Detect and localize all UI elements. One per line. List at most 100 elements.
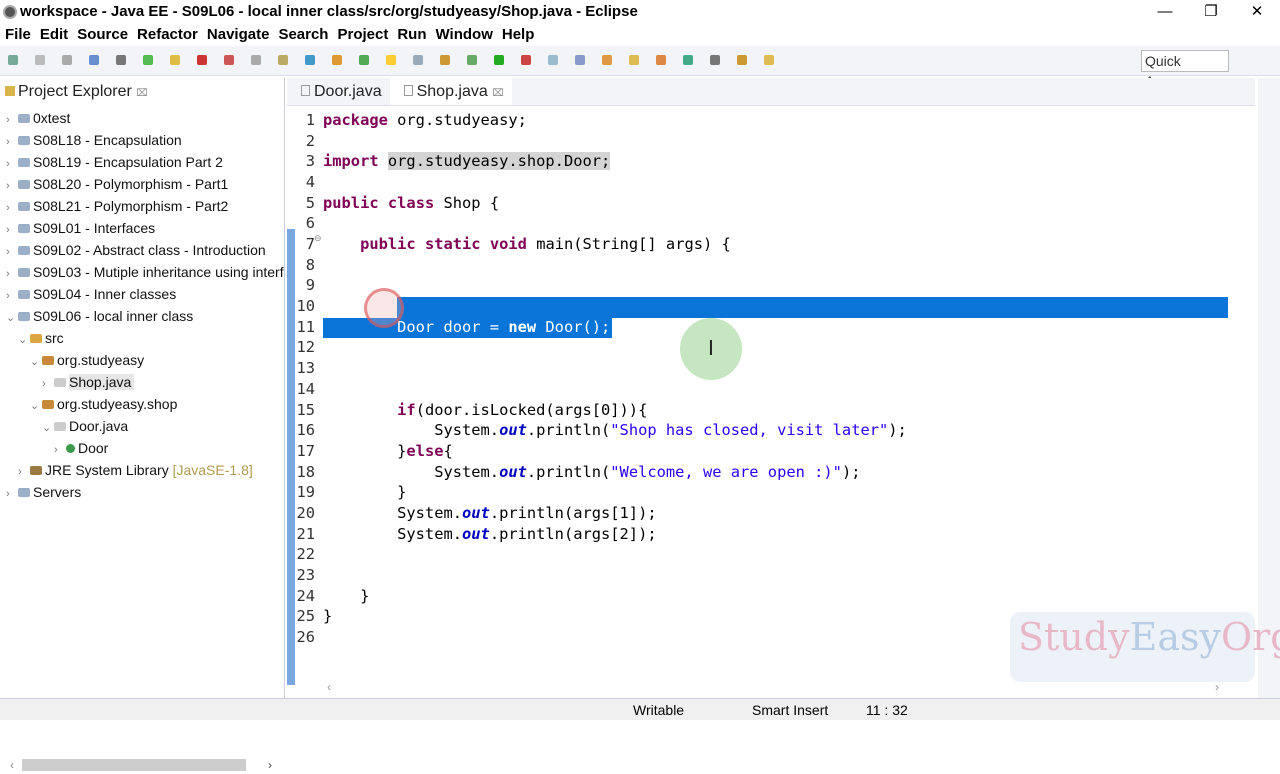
menu-project[interactable]: Project bbox=[337, 24, 388, 46]
toolbar-button-icon[interactable] bbox=[305, 55, 315, 65]
toolbar-button-icon[interactable] bbox=[413, 55, 423, 65]
tree-item[interactable]: ⌄ Door.java bbox=[42, 415, 128, 437]
fold-marker-icon[interactable]: ⊖ bbox=[314, 233, 322, 244]
line-number: 13 bbox=[296, 359, 315, 378]
toolbar-button-icon[interactable] bbox=[548, 55, 558, 65]
toolbar-button-icon[interactable] bbox=[683, 55, 693, 65]
tree-item[interactable]: › S09L03 - Mutiple inheritance using inte… bbox=[6, 261, 284, 283]
toolbar-button-icon[interactable] bbox=[197, 55, 207, 65]
toolbar-button-icon[interactable] bbox=[602, 55, 612, 65]
expand-arrow-icon[interactable]: › bbox=[6, 153, 18, 175]
menu-edit[interactable]: Edit bbox=[40, 24, 68, 46]
quick-access-input[interactable]: Quick Access bbox=[1141, 50, 1229, 89]
toolbar-button-icon[interactable] bbox=[467, 55, 477, 65]
tree-item-label: S09L02 - Abstract class - Introduction bbox=[33, 242, 266, 258]
menu-help[interactable]: Help bbox=[502, 24, 535, 46]
expand-arrow-icon[interactable]: › bbox=[6, 197, 18, 219]
toolbar-button-icon[interactable] bbox=[251, 55, 261, 65]
expand-arrow-icon[interactable]: › bbox=[6, 131, 18, 153]
expand-arrow-icon[interactable]: › bbox=[6, 241, 18, 263]
toolbar-button-icon[interactable] bbox=[629, 55, 639, 65]
tree-item[interactable]: › S08L19 - Encapsulation Part 2 bbox=[6, 151, 223, 173]
tree-item[interactable]: › S08L21 - Polymorphism - Part2 bbox=[6, 195, 228, 217]
toolbar-button-icon[interactable] bbox=[440, 55, 450, 65]
expand-arrow-icon[interactable]: › bbox=[18, 461, 30, 483]
toolbar-button-icon[interactable] bbox=[386, 55, 396, 65]
toolbar-button-icon[interactable] bbox=[494, 55, 504, 65]
scroll-left-icon[interactable]: ‹ bbox=[10, 758, 14, 772]
expand-arrow-icon[interactable]: ⌄ bbox=[42, 417, 54, 439]
expand-arrow-icon[interactable]: › bbox=[6, 109, 18, 131]
horizontal-scrollbar[interactable]: ‹ › bbox=[2, 756, 282, 774]
tree-item[interactable]: › S08L18 - Encapsulation bbox=[6, 129, 182, 151]
expand-arrow-icon[interactable]: › bbox=[6, 285, 18, 307]
tree-item[interactable]: › 0xtest bbox=[6, 107, 70, 129]
menu-file[interactable]: File bbox=[5, 24, 31, 46]
expand-arrow-icon[interactable]: ⌄ bbox=[18, 329, 30, 351]
line-number: 24 bbox=[296, 586, 315, 605]
close-view-icon[interactable]: ⌧ bbox=[136, 88, 148, 99]
close-button[interactable]: ✕ bbox=[1234, 0, 1280, 24]
toolbar-button-icon[interactable] bbox=[278, 55, 288, 65]
maximize-button[interactable]: ❐ bbox=[1188, 0, 1234, 24]
menu-source[interactable]: Source bbox=[77, 24, 128, 46]
toolbar-button-icon[interactable] bbox=[521, 55, 531, 65]
tree-item[interactable]: ⌄ org.studyeasy.shop bbox=[30, 393, 177, 415]
menu-refactor[interactable]: Refactor bbox=[137, 24, 198, 46]
toolbar-button-icon[interactable] bbox=[89, 55, 99, 65]
toolbar-button-icon[interactable] bbox=[143, 55, 153, 65]
toolbar-button-icon[interactable] bbox=[359, 55, 369, 65]
close-tab-icon[interactable]: ⌧ bbox=[492, 88, 504, 99]
toolbar-button-icon[interactable] bbox=[737, 55, 747, 65]
toolbar-button-icon[interactable] bbox=[710, 55, 720, 65]
menu-navigate[interactable]: Navigate bbox=[207, 24, 270, 46]
tree-item[interactable]: › S09L01 - Interfaces bbox=[6, 217, 155, 239]
expand-arrow-icon[interactable]: › bbox=[6, 219, 18, 241]
code-line: }else{ bbox=[323, 442, 453, 460]
menu-run[interactable]: Run bbox=[397, 24, 426, 46]
line-number: 7 bbox=[305, 235, 315, 254]
tree-item[interactable]: › Door bbox=[54, 437, 108, 459]
tree-item[interactable]: ⌄ src bbox=[18, 327, 64, 349]
expand-arrow-icon[interactable]: ⌄ bbox=[6, 307, 18, 329]
toolbar-button-icon[interactable] bbox=[170, 55, 180, 65]
toolbar-button-icon[interactable] bbox=[575, 55, 585, 65]
toolbar-button-icon[interactable] bbox=[656, 55, 666, 65]
tab-door-java[interactable]: Door.java bbox=[287, 78, 390, 105]
tree-item[interactable]: ⌄ org.studyeasy bbox=[30, 349, 144, 371]
tree-item[interactable]: › S09L04 - Inner classes bbox=[6, 283, 176, 305]
tree-item[interactable]: › Servers bbox=[6, 481, 81, 503]
tree-item[interactable]: › S09L02 - Abstract class - Introduction bbox=[6, 239, 266, 261]
minimize-button[interactable]: — bbox=[1142, 0, 1188, 24]
scroll-right-icon[interactable]: › bbox=[268, 758, 272, 772]
line-number: 8 bbox=[305, 255, 315, 274]
expand-arrow-icon[interactable]: › bbox=[6, 263, 18, 285]
code-editor[interactable]: Door.java Shop.java ⌧ 1 package org.studye… bbox=[287, 78, 1255, 698]
toolbar-button-icon[interactable] bbox=[332, 55, 342, 65]
toolbar-button-icon[interactable] bbox=[224, 55, 234, 65]
tree-item[interactable]: ⌄ S09L06 - local inner class bbox=[6, 305, 193, 327]
toolbar-button-icon[interactable] bbox=[8, 55, 18, 65]
toolbar-button-icon[interactable] bbox=[35, 55, 45, 65]
line-number: 26 bbox=[296, 628, 315, 646]
expand-arrow-icon[interactable]: › bbox=[6, 175, 18, 197]
menu-window[interactable]: Window bbox=[436, 24, 493, 46]
menu-search[interactable]: Search bbox=[278, 24, 328, 46]
expand-arrow-icon[interactable]: › bbox=[42, 373, 54, 395]
expand-arrow-icon[interactable]: ⌄ bbox=[30, 395, 42, 417]
code-token: public bbox=[323, 193, 379, 212]
expand-arrow-icon[interactable]: › bbox=[6, 483, 18, 505]
expand-arrow-icon[interactable]: ⌄ bbox=[30, 351, 42, 373]
tree-item[interactable]: › Shop.java bbox=[42, 371, 135, 395]
tree-item[interactable]: › S08L20 - Polymorphism - Part1 bbox=[6, 173, 228, 195]
expand-arrow-icon[interactable]: › bbox=[54, 439, 66, 461]
toolbar-button-icon[interactable] bbox=[764, 55, 774, 65]
editor-horizontal-scrollbar[interactable]: ‹ › bbox=[287, 680, 1227, 698]
project-explorer-tab[interactable]: Project Explorer ⌧ bbox=[0, 78, 284, 106]
tree-item-label: S08L21 - Polymorphism - Part2 bbox=[33, 198, 229, 214]
toolbar-button-icon[interactable] bbox=[62, 55, 72, 65]
toolbar-button-icon[interactable] bbox=[116, 55, 126, 65]
tab-shop-java[interactable]: Shop.java ⌧ bbox=[389, 78, 512, 105]
tree-item[interactable]: › JRE System Library [JavaSE-1.8] bbox=[18, 459, 253, 481]
